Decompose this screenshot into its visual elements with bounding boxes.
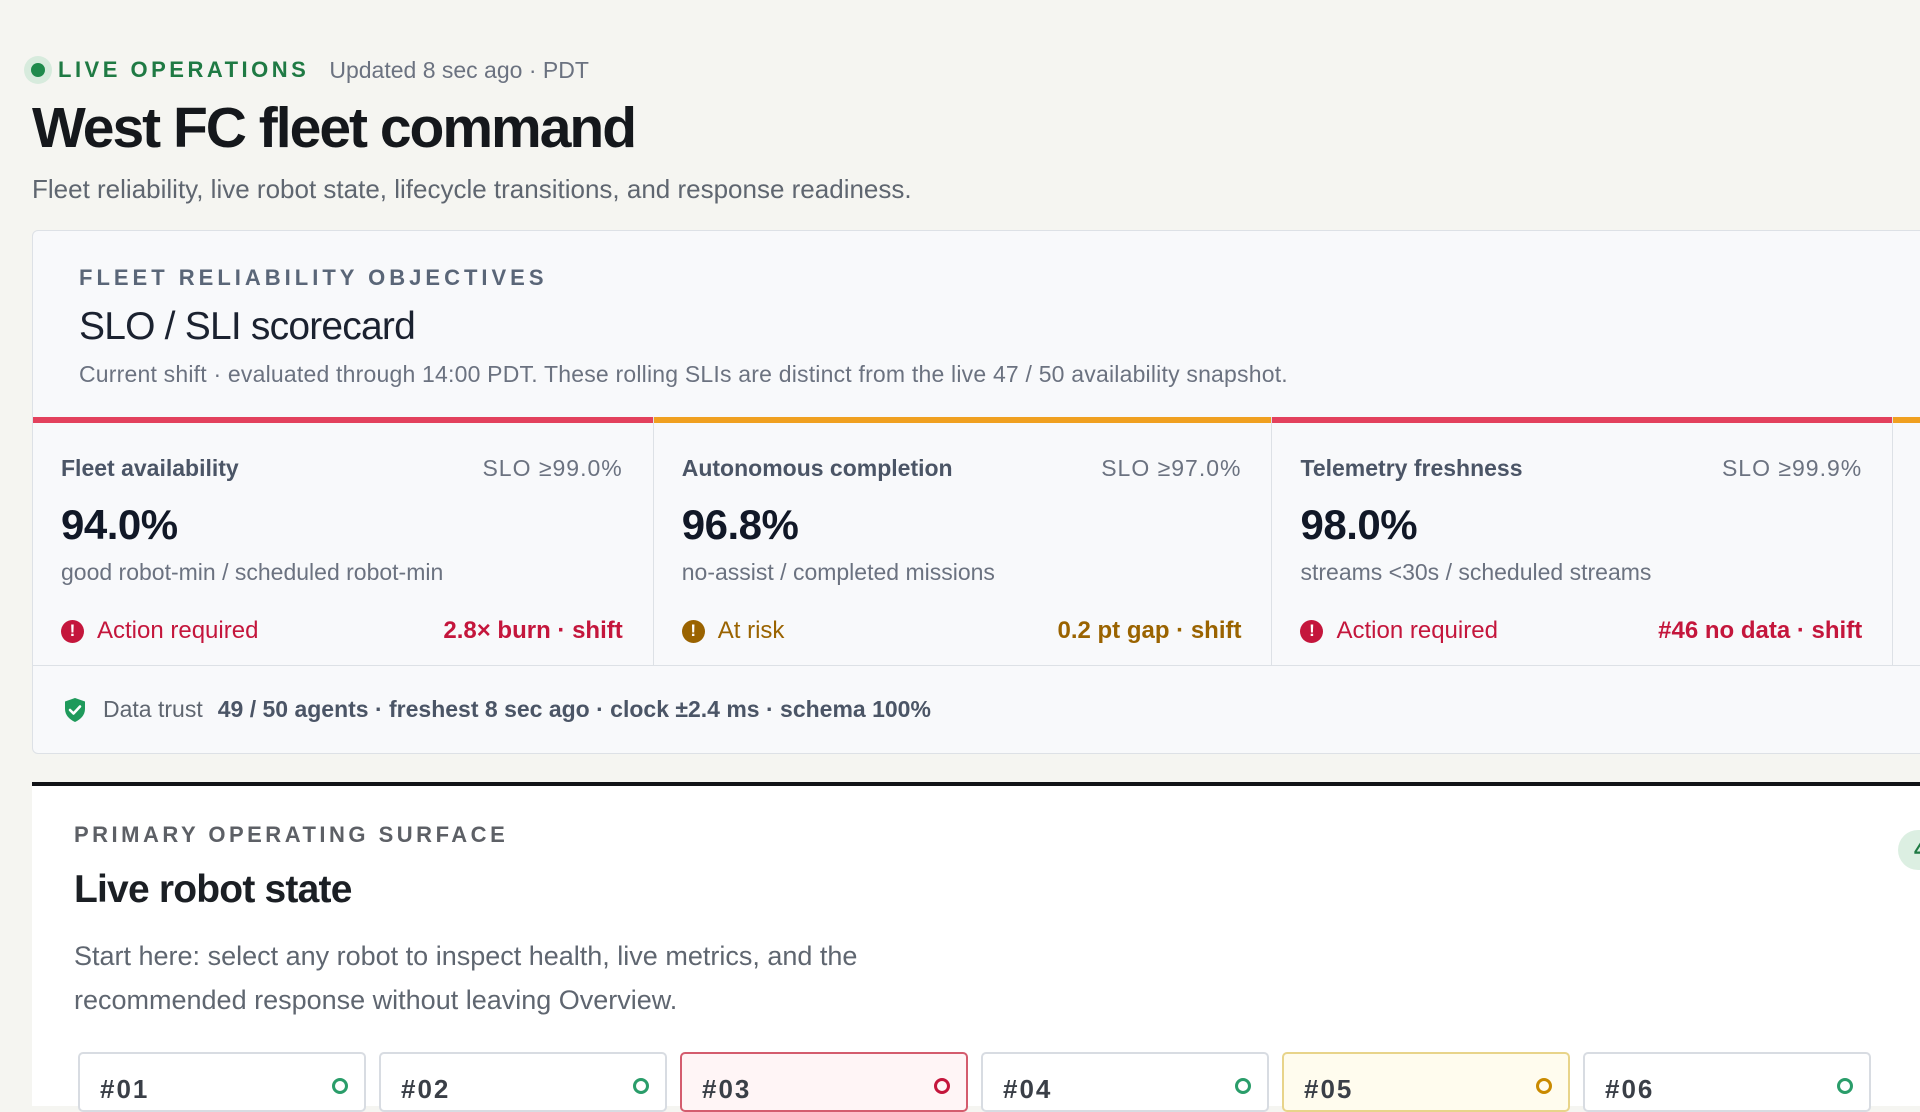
robot-tile[interactable]: #03 (680, 1052, 968, 1112)
data-trust-label: Data trust (103, 696, 203, 722)
robot-tile[interactable]: #05 (1282, 1052, 1570, 1112)
metric-card-telemetry-freshness[interactable]: Telemetry freshness SLO ≥99.9% 98.0% str… (1272, 417, 1894, 665)
metric-formula: streams <30s / scheduled streams (1300, 559, 1652, 585)
metric-status: ! At risk (681, 617, 785, 645)
metric-value: 94.0% (61, 501, 178, 548)
robot-tile[interactable]: #04 (981, 1052, 1269, 1112)
warning-circle-icon: ! (681, 619, 705, 643)
robot-id: #04 (1003, 1074, 1053, 1104)
page-subtitle: Fleet reliability, live robot state, lif… (32, 174, 912, 205)
shield-check-icon (65, 697, 85, 722)
slo-description: Current shift · evaluated through 14:00 … (79, 361, 1288, 387)
metric-card-fleet-availability[interactable]: Fleet availability SLO ≥99.0% 94.0% good… (33, 417, 654, 665)
surface-eyebrow: PRIMARY OPERATING SURFACE (74, 822, 509, 847)
live-status-row: LIVE OPERATIONS Updated 8 sec ago · PDT (24, 52, 1912, 88)
slo-title: SLO / SLI scorecard (79, 305, 416, 348)
slo-scorecard-card: FLEET RELIABILITY OBJECTIVES SLO / SLI s… (32, 230, 1920, 754)
metric-nodata-note: #46 no data · shift (1658, 617, 1863, 644)
metric-status-label: At risk (717, 617, 785, 644)
robot-count-badge: 4 (1898, 830, 1920, 870)
metric-slo-target: SLO ≥99.9% (1721, 455, 1863, 481)
metric-gap-note: 0.2 pt gap · shift (1057, 617, 1242, 644)
live-indicator-icon (24, 56, 52, 84)
live-robot-state-section: PRIMARY OPERATING SURFACE Live robot sta… (32, 782, 1920, 1112)
alert-circle-icon: ! (1300, 619, 1324, 643)
robot-tile-grid: #01 #02 #03 #04 #05 #06 (78, 1052, 1871, 1112)
robot-tile[interactable]: #01 (78, 1052, 366, 1112)
metric-value: 96.8% (681, 501, 799, 548)
metric-slo-target: SLO ≥97.0% (1101, 455, 1242, 481)
robot-id: #05 (1304, 1074, 1354, 1104)
metric-status-bar (1272, 417, 1893, 423)
slo-metrics-row: Fleet availability SLO ≥99.0% 94.0% good… (33, 417, 1920, 665)
metric-status-label: Action required (97, 617, 259, 644)
page-header: LIVE OPERATIONS Updated 8 sec ago · PDT … (24, 52, 1912, 205)
surface-description: Start here: select any robot to inspect … (74, 941, 858, 1015)
metric-card-partial[interactable] (1893, 417, 1920, 665)
metric-slo-target: SLO ≥99.0% (482, 455, 623, 481)
metric-status: ! Action required (61, 617, 258, 645)
metric-status-label: Action required (1336, 617, 1498, 644)
updated-timestamp: Updated 8 sec ago · PDT (329, 56, 589, 83)
robot-tile[interactable]: #06 (1583, 1052, 1871, 1112)
metric-status-bar (33, 417, 653, 423)
data-trust-value: 49 / 50 agents · freshest 8 sec ago · cl… (217, 696, 931, 722)
metric-value: 98.0% (1300, 501, 1418, 548)
metric-formula: good robot-min / scheduled robot-min (61, 559, 444, 585)
robot-status-dot-icon (1837, 1078, 1853, 1094)
robot-status-dot-icon (1235, 1078, 1251, 1094)
robot-status-dot-icon (934, 1078, 950, 1094)
robot-id: #03 (702, 1074, 752, 1104)
page-title: West FC fleet command (32, 96, 637, 160)
metric-status-bar (1893, 417, 1920, 423)
robot-status-dot-icon (332, 1078, 348, 1094)
alert-circle-icon: ! (61, 619, 84, 643)
surface-title: Live robot state (74, 868, 352, 911)
metric-burn-note: 2.8× burn · shift (443, 617, 623, 644)
data-trust-row: Data trust 49 / 50 agents · freshest 8 s… (33, 665, 1920, 753)
robot-id: #01 (100, 1074, 150, 1104)
robot-status-dot-icon (1536, 1078, 1552, 1094)
slo-eyebrow: FLEET RELIABILITY OBJECTIVES (79, 265, 548, 290)
metric-name: Telemetry freshness (1300, 455, 1523, 481)
robot-status-dot-icon (633, 1078, 649, 1094)
robot-id: #02 (401, 1074, 451, 1104)
metric-status: ! Action required (1300, 617, 1498, 645)
metric-card-autonomous-completion[interactable]: Autonomous completion SLO ≥97.0% 96.8% n… (653, 417, 1273, 665)
metric-name: Autonomous completion (681, 455, 953, 481)
metric-formula: no-assist / completed missions (681, 559, 995, 585)
metric-status-bar (653, 417, 1272, 423)
robot-tile[interactable]: #02 (379, 1052, 667, 1112)
live-operations-label: LIVE OPERATIONS (58, 57, 310, 82)
robot-id: #06 (1605, 1074, 1655, 1104)
metric-name: Fleet availability (61, 455, 239, 481)
